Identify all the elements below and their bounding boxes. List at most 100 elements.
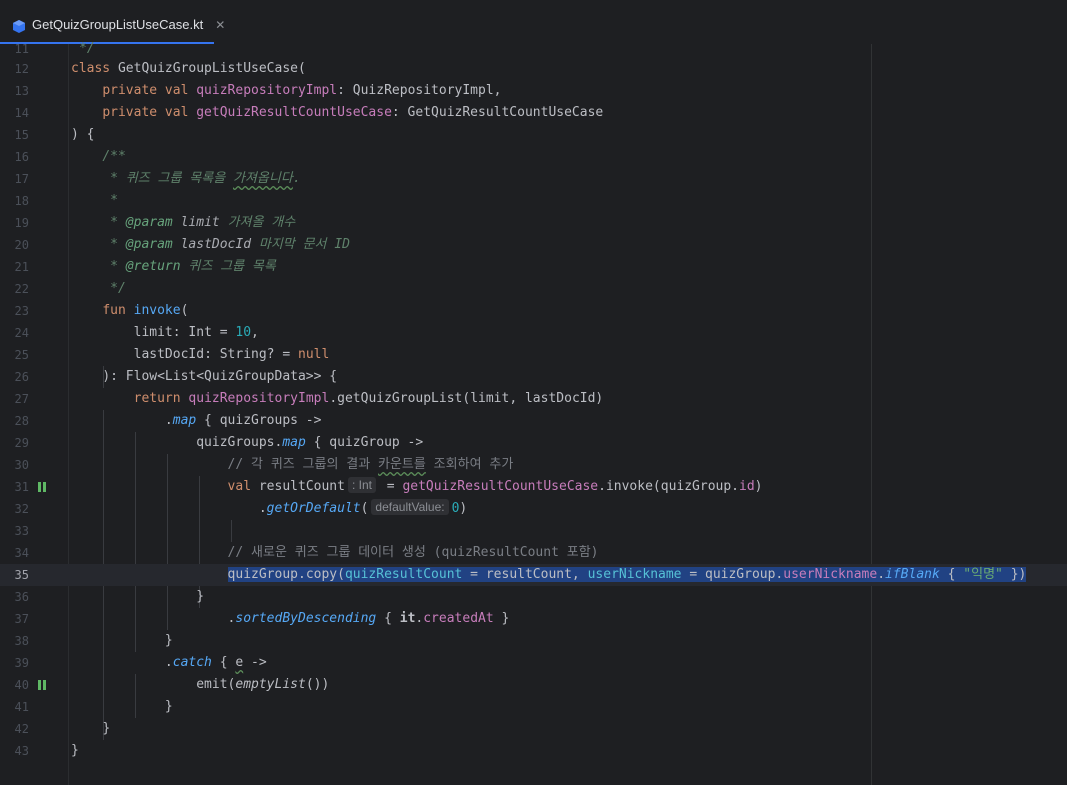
line-number: 12 [14, 62, 29, 76]
line-number: 38 [14, 634, 29, 648]
code-token: map [172, 413, 197, 428]
code-token: userNickname [587, 567, 682, 582]
line-number: 30 [14, 458, 29, 472]
code-token: "익명" [963, 567, 1003, 582]
line-number: 29 [14, 436, 29, 450]
code-token: ()) [305, 677, 330, 692]
code-line: 42 } [0, 718, 1067, 740]
code-token: getQuizResultCountUseCase [196, 105, 392, 120]
line-number: 24 [14, 326, 29, 340]
code-token: quizGroup.copy( [227, 567, 345, 582]
line-number: 21 [14, 260, 29, 274]
code-token: ( [180, 303, 189, 318]
code-token: ) { [71, 127, 95, 142]
line-number: 26 [14, 370, 29, 384]
line-number: 28 [14, 414, 29, 428]
code-token: GetQuizGroupListUseCase( [117, 61, 306, 76]
code-token: return [133, 391, 181, 406]
code-token: { quizGroups -> [196, 413, 322, 428]
code-token: 마지막 문서 ID [258, 237, 350, 252]
code-token: 가져올 개수 [227, 215, 296, 230]
code-line: 29 quizGroups.map { quizGroup -> [0, 432, 1067, 454]
code-line: 43} [0, 740, 1067, 762]
code-line: 16 /** [0, 146, 1067, 168]
line-number: 11 [14, 42, 29, 56]
parameter-hint: defaultValue: [371, 499, 449, 515]
code-line: 18 * [0, 190, 1067, 212]
code-editor[interactable]: 11 */ 12 class GetQuizGroupListUseCase( 13… [0, 41, 1067, 785]
code-token: null [298, 347, 330, 362]
line-number: 43 [14, 744, 29, 758]
line-number: 19 [14, 216, 29, 230]
code-line: 15) { [0, 124, 1067, 146]
code-token: } [196, 589, 205, 604]
code-token: * [110, 171, 126, 186]
line-number: 32 [14, 502, 29, 516]
line-number: 36 [14, 590, 29, 604]
code-token: private val [102, 105, 189, 120]
code-token: * [110, 193, 118, 208]
code-token: 퀴즈 그룹 목록을 [125, 171, 233, 186]
code-line: 30 // 각 퀴즈 그룹의 결과 카운트를 조회하여 추가 [0, 454, 1067, 476]
code-token: getOrDefault [266, 501, 361, 516]
code-token: @param [125, 215, 173, 230]
code-token: val [227, 479, 252, 494]
code-token: = [378, 479, 403, 494]
line-number: 23 [14, 304, 29, 318]
code-line: 22 */ [0, 278, 1067, 300]
code-token: createdAt [423, 611, 494, 626]
suspend-call-icon[interactable] [38, 680, 48, 690]
code-line: 17 * 퀴즈 그룹 목록을 가져옵니다. [0, 168, 1067, 190]
code-line: 14 private val getQuizResultCountUseCase… [0, 102, 1067, 124]
code-token: * [110, 215, 126, 230]
code-token: // 새로운 퀴즈 그룹 데이터 생성 (quizResultCount 포함) [227, 545, 599, 560]
code-token: lastDocId: String? = [133, 347, 298, 362]
code-token: private val [102, 83, 189, 98]
code-line: 12 class GetQuizGroupListUseCase( [0, 58, 1067, 80]
suspend-call-icon[interactable] [38, 482, 48, 492]
line-number: 34 [14, 546, 29, 560]
code-token: */ [79, 41, 95, 56]
line-number: 39 [14, 656, 29, 670]
code-token: } [164, 699, 173, 714]
code-token: quizResultCount [344, 567, 463, 582]
code-token: * [110, 259, 126, 274]
code-token: .getQuizGroupList(limit, lastDocId) [329, 391, 604, 406]
code-line: 11 */ [0, 38, 1067, 60]
code-line: 37 .sortedByDescending { it.createdAt } [0, 608, 1067, 630]
code-token: = resultCount, [462, 567, 588, 582]
code-line: 23 fun invoke( [0, 300, 1067, 322]
code-token: emit( [196, 677, 236, 692]
line-number: 20 [14, 238, 29, 252]
code-token: : QuizRepositoryImpl, [337, 83, 502, 98]
code-line: 27 return quizRepositoryImpl.getQuizGrou… [0, 388, 1067, 410]
selected-text[interactable]: quizGroup.copy(quizResultCount = resultC… [227, 567, 1027, 582]
code-token: quizRepositoryImpl [188, 391, 330, 406]
code-token: lastDocId [180, 237, 252, 252]
code-token: .invoke(quizGroup. [598, 479, 740, 494]
code-token: . [258, 501, 267, 516]
code-line: 34 // 새로운 퀴즈 그룹 데이터 생성 (quizResultCount … [0, 542, 1067, 564]
code-line: 33 [0, 520, 1067, 542]
close-icon[interactable]: ✕ [215, 18, 225, 32]
code-token: . [877, 567, 886, 582]
code-token: ): Flow<List<QuizGroupData>> { [102, 369, 338, 384]
code-token: emptyList [235, 677, 306, 692]
code-token: userNickname [783, 567, 878, 582]
line-number: 13 [14, 84, 29, 98]
code-token: ) [459, 501, 468, 516]
code-token: ) [754, 479, 763, 494]
code-line: 28 .map { quizGroups -> [0, 410, 1067, 432]
line-number: 22 [14, 282, 29, 296]
code-token: ifBlank [885, 567, 940, 582]
code-line: 32 .getOrDefault(defaultValue: 0) [0, 498, 1067, 520]
code-token: quizRepositoryImpl [196, 83, 338, 98]
code-token: } [164, 633, 173, 648]
code-token: 가져옵니다 [233, 171, 293, 186]
line-number: 25 [14, 348, 29, 362]
code-line: 13 private val quizRepositoryImpl: QuizR… [0, 80, 1067, 102]
line-number: 14 [14, 106, 29, 120]
code-token: { quizGroup -> [305, 435, 424, 450]
code-token: }) [1002, 567, 1027, 582]
code-token: sortedByDescending [235, 611, 377, 626]
